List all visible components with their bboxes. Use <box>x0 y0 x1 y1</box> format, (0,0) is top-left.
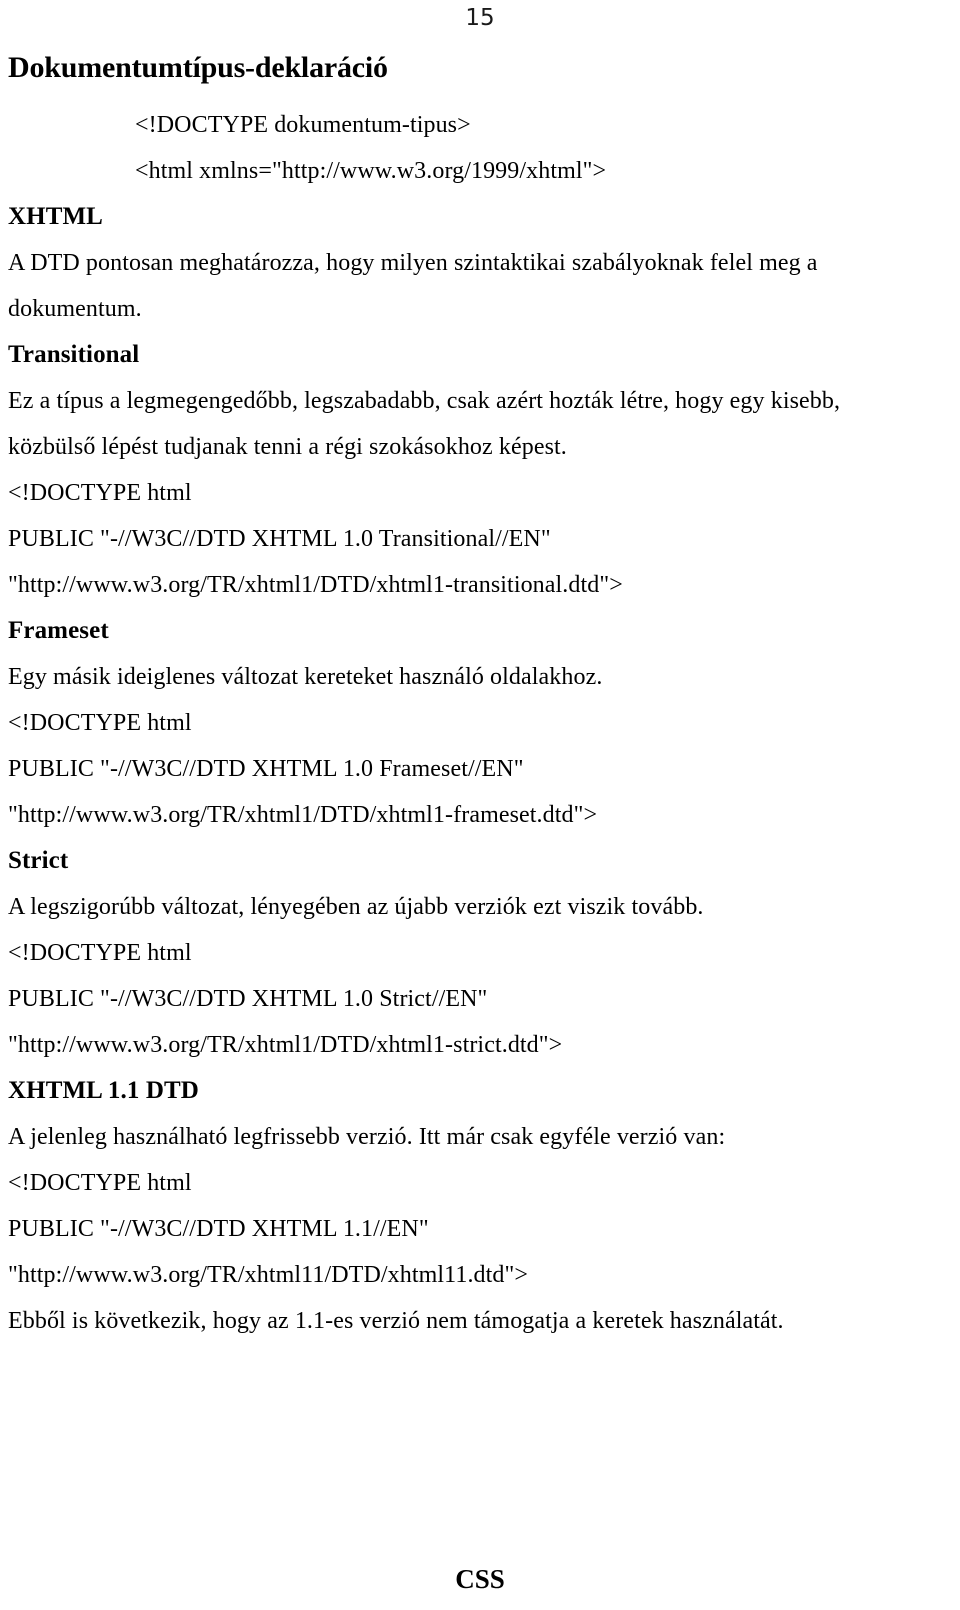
code-line-strict-doctype-3: "http://www.w3.org/TR/xhtml1/DTD/xhtml1-… <box>8 1032 563 1058</box>
paragraph-transitional-line-1: Ez a típus a legmegengedőbb, legszabadab… <box>8 388 841 414</box>
section-heading-xhtml: XHTML <box>8 203 103 230</box>
code-line-frameset-doctype-1: <!DOCTYPE html <box>8 710 192 736</box>
code-line-frameset-doctype-3: "http://www.w3.org/TR/xhtml1/DTD/xhtml1-… <box>8 802 598 828</box>
section-heading-css: CSS <box>455 1564 505 1594</box>
paragraph-frameset-description: Egy másik ideiglenes változat kereteket … <box>8 664 603 690</box>
code-line-frameset-doctype-2: PUBLIC "-//W3C//DTD XHTML 1.0 Frameset//… <box>8 756 524 782</box>
page-title: Dokumentumtípus-deklaráció <box>8 51 388 84</box>
code-line-transitional-doctype-3: "http://www.w3.org/TR/xhtml1/DTD/xhtml1-… <box>8 572 623 598</box>
document-page: 15 Dokumentumtípus-deklaráció <!DOCTYPE … <box>0 0 960 1610</box>
paragraph-xhtml11-description: A jelenleg használható legfrissebb verzi… <box>8 1124 726 1150</box>
page-number: 15 <box>465 5 495 31</box>
document-content: Dokumentumtípus-deklaráció <!DOCTYPE dok… <box>8 44 952 1344</box>
section-heading-frameset: Frameset <box>8 617 109 644</box>
section-heading-transitional: Transitional <box>8 341 140 368</box>
code-line-html-root: <html xmlns="http://www.w3.org/1999/xhtm… <box>135 158 607 184</box>
section-heading-xhtml-1-1-dtd: XHTML 1.1 DTD <box>8 1077 199 1104</box>
section-heading-strict: Strict <box>8 847 69 874</box>
paragraph-transitional-line-2: közbülső lépést tudjanak tenni a régi sz… <box>8 434 567 460</box>
code-line-xhtml11-doctype-1: <!DOCTYPE html <box>8 1170 192 1196</box>
paragraph-dtd-explanation-line-2: dokumentum. <box>8 296 142 322</box>
code-line-xhtml11-doctype-2: PUBLIC "-//W3C//DTD XHTML 1.1//EN" <box>8 1216 429 1242</box>
paragraph-xhtml11-conclusion: Ebből is következik, hogy az 1.1-es verz… <box>8 1308 784 1334</box>
code-line-strict-doctype-1: <!DOCTYPE html <box>8 940 192 966</box>
code-line-transitional-doctype-1: <!DOCTYPE html <box>8 480 192 506</box>
paragraph-dtd-explanation-line-1: A DTD pontosan meghatározza, hogy milyen… <box>8 250 818 276</box>
paragraph-strict-description: A legszigorúbb változat, lényegében az ú… <box>8 894 704 920</box>
code-line-doctype-generic: <!DOCTYPE dokumentum-tipus> <box>135 112 471 138</box>
code-line-transitional-doctype-2: PUBLIC "-//W3C//DTD XHTML 1.0 Transition… <box>8 526 551 552</box>
code-line-xhtml11-doctype-3: "http://www.w3.org/TR/xhtml11/DTD/xhtml1… <box>8 1262 529 1288</box>
code-line-strict-doctype-2: PUBLIC "-//W3C//DTD XHTML 1.0 Strict//EN… <box>8 986 488 1012</box>
